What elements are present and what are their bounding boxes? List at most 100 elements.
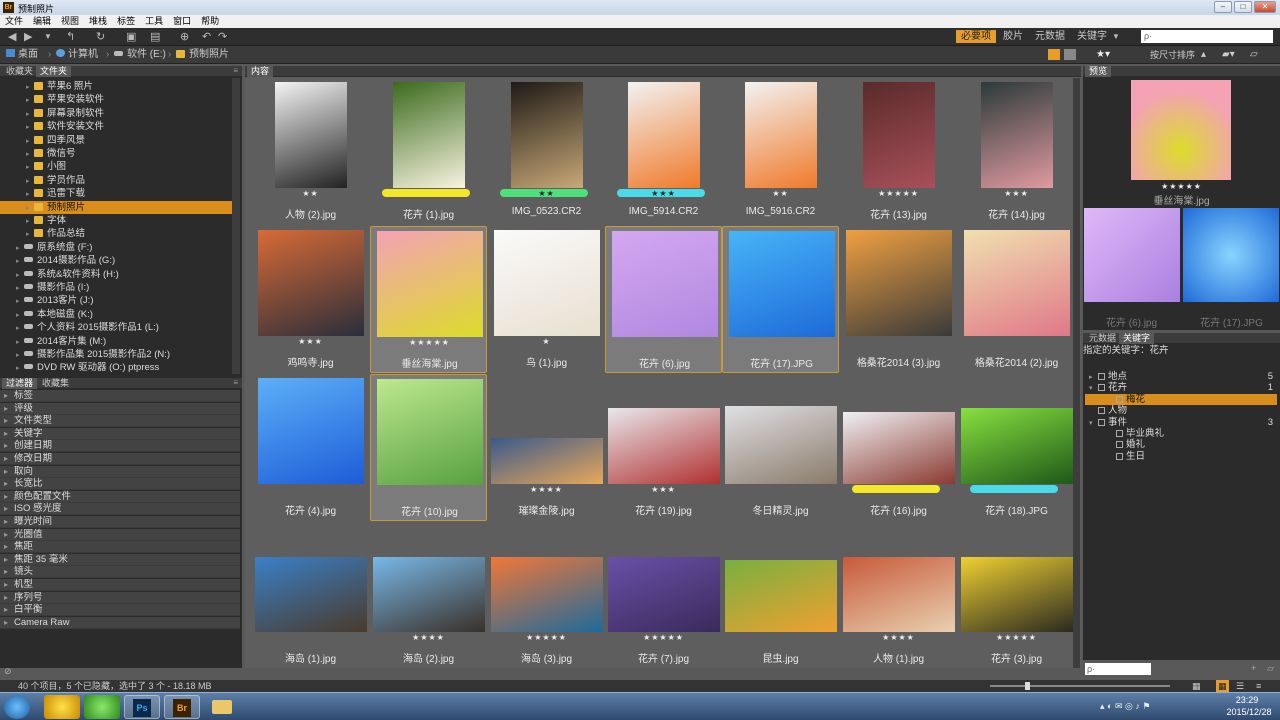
clock-time[interactable]: 23:29 bbox=[1222, 695, 1272, 705]
thumbnail-cell[interactable]: 花卉 (1).jpg bbox=[370, 78, 487, 225]
thumbnail-image[interactable] bbox=[724, 406, 837, 484]
camera-icon[interactable]: ▣ bbox=[126, 31, 136, 43]
rating-stars[interactable]: ★★ bbox=[722, 189, 839, 198]
thumbnail-cell[interactable]: 冬日精灵.jpg bbox=[722, 374, 839, 521]
explorer-taskbar-icon[interactable] bbox=[204, 695, 240, 719]
rating-stars[interactable]: ★★ bbox=[488, 189, 605, 198]
expand-icon[interactable]: ▸ bbox=[26, 202, 34, 215]
folder-item[interactable]: ▸ 原系统盘 (F:) bbox=[0, 241, 232, 254]
expand-icon[interactable]: ▸ bbox=[16, 242, 24, 255]
thumbnail-image[interactable] bbox=[724, 560, 837, 632]
close-button[interactable]: ✕ bbox=[1254, 1, 1276, 13]
system-tray-icons[interactable]: ▴ ◐ ✉ ◎ ♪ ⚑ bbox=[1100, 701, 1150, 712]
thumbnail-image[interactable] bbox=[376, 379, 483, 485]
workspace-keywords[interactable]: 关键字 bbox=[1077, 30, 1107, 43]
history-dropdown-icon[interactable]: ▼ bbox=[44, 31, 52, 43]
folder-item[interactable]: ▸ 软件安装文件 bbox=[0, 120, 232, 133]
clock-date[interactable]: 2015/12/28 bbox=[1222, 707, 1276, 717]
expand-icon[interactable]: ▸ bbox=[16, 362, 24, 375]
folder-item[interactable]: ▸ 2014摄影作品 (G:) bbox=[0, 254, 232, 267]
thumbnail-image[interactable] bbox=[274, 82, 347, 188]
desktop-crumb[interactable]: 桌面 bbox=[6, 49, 38, 61]
expand-icon[interactable]: ▾ bbox=[1089, 418, 1098, 429]
back-icon[interactable]: ◀ bbox=[8, 31, 16, 43]
minimize-button[interactable]: – bbox=[1214, 1, 1232, 13]
expand-icon[interactable]: ▸ bbox=[26, 188, 34, 201]
thumbnail-cell[interactable]: ★★★ 鸡鸣寺.jpg bbox=[252, 226, 369, 373]
thumbnail-cell[interactable]: 花卉 (10).jpg bbox=[370, 374, 487, 521]
keyword-item[interactable]: ▾ 花卉 1 bbox=[1085, 382, 1277, 393]
folder-item[interactable]: ▸ 2013客片 (J:) bbox=[0, 294, 232, 307]
filter-category[interactable]: 关键字 bbox=[0, 427, 240, 440]
folder-item[interactable]: ▸ 系统&软件资料 (H:) bbox=[0, 268, 232, 281]
folder-item[interactable]: ▸ 迅雷下载 bbox=[0, 187, 232, 200]
tab-keywords[interactable]: 关键字 bbox=[1119, 333, 1155, 344]
expand-icon[interactable]: ▸ bbox=[16, 322, 24, 335]
thumbnail-image[interactable] bbox=[627, 82, 700, 188]
thumbnail-cell[interactable]: ★★★★★ 垂丝海棠.jpg bbox=[370, 226, 487, 373]
delete-keyword-icon[interactable]: ▱ bbox=[1267, 663, 1274, 674]
folders-scrollbar[interactable] bbox=[232, 78, 240, 374]
thumbnail-cell[interactable]: ★★ IMG_0523.CR2 bbox=[488, 78, 605, 225]
expand-icon[interactable]: ▸ bbox=[16, 255, 24, 268]
expand-icon[interactable]: ▸ bbox=[16, 336, 24, 349]
keyword-checkbox[interactable] bbox=[1098, 384, 1105, 392]
keyword-search-input[interactable]: ρ· bbox=[1085, 663, 1151, 675]
rating-stars[interactable]: ★★★★★ bbox=[840, 189, 957, 198]
expand-icon[interactable]: ▸ bbox=[1089, 372, 1098, 383]
thumbnail-image[interactable] bbox=[490, 557, 603, 632]
preview-image-main[interactable] bbox=[1131, 80, 1231, 180]
new-folder-icon[interactable]: ▰▾ bbox=[1222, 49, 1235, 61]
folder-item[interactable]: ▸ 摄影作品 (I:) bbox=[0, 281, 232, 294]
tab-folders[interactable]: 文件夹 bbox=[36, 66, 72, 77]
thumbnail-image[interactable] bbox=[611, 231, 718, 337]
filter-category[interactable]: 曝光时间 bbox=[0, 516, 240, 528]
rating-stars[interactable]: ★★★★ bbox=[488, 485, 605, 494]
thumbnail-cell[interactable]: 格桑花2014 (2).jpg bbox=[958, 226, 1075, 373]
refine-icon[interactable]: ▤ bbox=[150, 31, 160, 43]
content-scrollbar[interactable] bbox=[1073, 78, 1080, 668]
thumbnail-cell[interactable]: ★★★ IMG_5914.CR2 bbox=[605, 78, 722, 225]
rating-stars[interactable]: ★★★ bbox=[605, 189, 722, 198]
thumbnail-image[interactable] bbox=[493, 230, 600, 336]
search-input[interactable]: ρ· bbox=[1141, 30, 1273, 43]
preview-image-third[interactable] bbox=[1183, 208, 1279, 302]
start-button[interactable] bbox=[4, 695, 30, 719]
workspace-filmstrip[interactable]: 胶片 bbox=[1003, 30, 1023, 43]
rating-stars[interactable]: ★★★★ bbox=[370, 633, 487, 642]
filter-category[interactable]: 机型 bbox=[0, 579, 240, 591]
thumbnail-cell[interactable]: 格桑花2014 (3).jpg bbox=[840, 226, 957, 373]
tab-metadata[interactable]: 元数据 bbox=[1085, 333, 1120, 344]
expand-icon[interactable]: ▸ bbox=[26, 228, 34, 241]
rating-stars[interactable]: ★★★★★ bbox=[488, 633, 605, 642]
folder-item[interactable]: ▸ 摄影作品集 2015摄影作品2 (N:) bbox=[0, 348, 232, 361]
menu-item-5[interactable]: 工具 bbox=[140, 15, 168, 28]
rotate-right-icon[interactable]: ↷ bbox=[218, 31, 227, 43]
thumbnail-cell[interactable]: ★ 鸟 (1).jpg bbox=[488, 226, 605, 373]
filter-category[interactable]: 评级 bbox=[0, 402, 240, 415]
thumbnail-image[interactable] bbox=[372, 557, 485, 632]
computer-crumb[interactable]: 计算机 bbox=[56, 49, 98, 61]
drive-e-crumb[interactable]: 软件 (E:) bbox=[114, 49, 166, 61]
folder-item[interactable]: ▸ 作品总结 bbox=[0, 227, 232, 240]
thumbnail-image[interactable] bbox=[842, 557, 955, 632]
expand-icon[interactable]: ▸ bbox=[26, 81, 34, 94]
rotate-left-icon[interactable]: ↶ bbox=[202, 31, 211, 43]
forward-icon[interactable]: ▶ bbox=[24, 31, 32, 43]
thumbnail-image[interactable] bbox=[607, 408, 720, 484]
thumbnail-image[interactable] bbox=[257, 230, 364, 336]
bridge-taskbar-icon[interactable]: Br bbox=[164, 695, 200, 719]
filter-category[interactable]: 焦距 35 毫米 bbox=[0, 553, 240, 566]
folder-item[interactable]: ▸ 苹果6 照片 bbox=[0, 80, 232, 93]
thumbnail-cell[interactable]: ★★★★★ 海岛 (3).jpg bbox=[488, 522, 605, 669]
rating-stars[interactable]: ★ bbox=[488, 337, 605, 346]
clear-filter-icon[interactable]: ⊘ bbox=[4, 666, 12, 677]
filter-category[interactable]: 白平衡 bbox=[0, 604, 240, 617]
thumbnail-cell[interactable]: ★★ 人物 (2).jpg bbox=[252, 78, 369, 225]
rating-stars[interactable]: ★★★★★ bbox=[958, 633, 1075, 642]
thumbnail-cell[interactable]: 花卉 (18).JPG bbox=[958, 374, 1075, 521]
rating-stars[interactable]: ★★★ bbox=[605, 485, 722, 494]
folder-item[interactable]: ▸ 2014客片集 (M:) bbox=[0, 335, 232, 348]
folder-item[interactable]: ▸ 小图 bbox=[0, 160, 232, 173]
thumbnail-image[interactable] bbox=[510, 82, 583, 188]
